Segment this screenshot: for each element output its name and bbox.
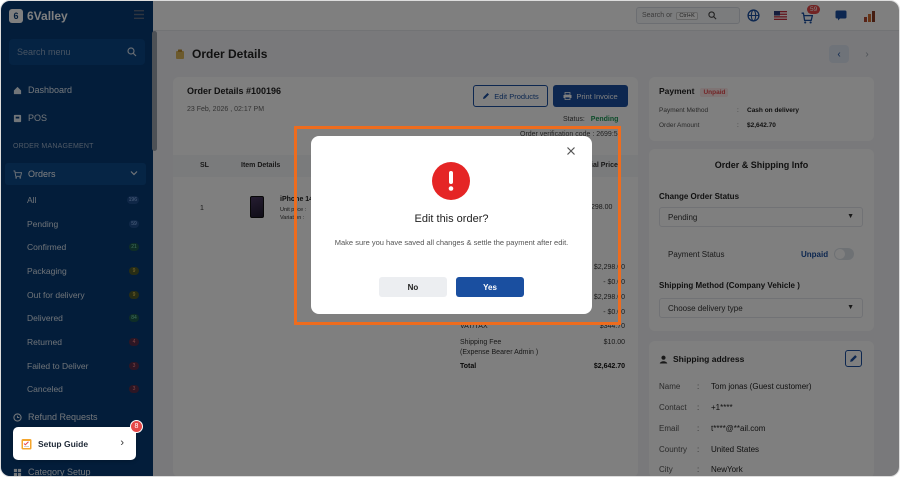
setup-guide-badge: 8 bbox=[130, 420, 143, 433]
modal-title: Edit this order? bbox=[414, 213, 489, 225]
checklist-icon bbox=[21, 438, 32, 449]
yes-button[interactable]: Yes bbox=[456, 277, 524, 297]
setup-guide-label: Setup Guide bbox=[38, 438, 89, 449]
alert-icon bbox=[432, 162, 470, 200]
edit-order-modal: Edit this order? Make sure you have save… bbox=[311, 136, 592, 314]
close-icon[interactable] bbox=[566, 146, 576, 156]
setup-guide-button[interactable]: Setup Guide › bbox=[13, 427, 136, 460]
app-window: 6 6Valley Dashboard POS ORDER MANAGEMENT… bbox=[0, 0, 900, 477]
no-button[interactable]: No bbox=[379, 277, 447, 297]
modal-message: Make sure you have saved all changes & s… bbox=[334, 238, 569, 247]
chevron-right-icon: › bbox=[120, 437, 124, 449]
